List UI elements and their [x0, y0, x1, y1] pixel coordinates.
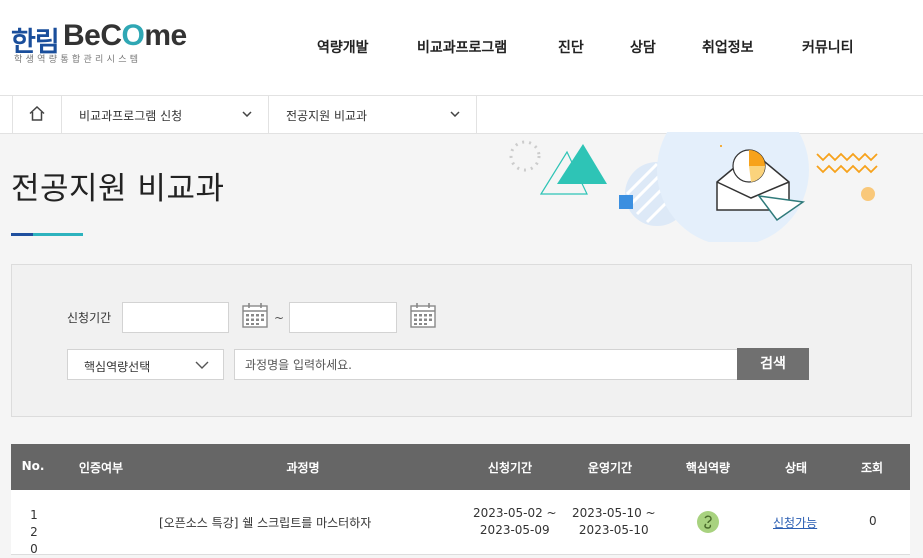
col-apply-period: 신청기간 [487, 461, 533, 475]
breadcrumb-select-page[interactable]: 전공지원 비교과 [268, 96, 477, 133]
home-icon [29, 106, 45, 121]
col-views: 조회 [860, 461, 884, 475]
row-number: 120 [30, 508, 38, 556]
chevron-down-icon [242, 111, 252, 117]
col-certified: 인증여부 [78, 461, 124, 475]
chevron-down-icon [450, 111, 460, 117]
competency-icon [697, 511, 719, 533]
breadcrumb: 비교과프로그램 신청 전공지원 비교과 [0, 95, 923, 134]
date-range-separator: ~ [274, 311, 285, 325]
nav-item-diagnosis[interactable]: 진단 [558, 37, 584, 57]
competency-select-value: 핵심역량선택 [84, 360, 151, 374]
row-apply-period: 2023-05-02 ~2023-05-09 [473, 506, 557, 537]
search-button[interactable]: 검색 [737, 348, 809, 380]
row-status-link[interactable]: 신청가능 [773, 514, 817, 531]
col-course-name: 과정명 [286, 461, 320, 475]
col-no: No. [21, 459, 45, 473]
logo-english: BeCOme [63, 19, 187, 52]
title-underline [11, 233, 83, 236]
calendar-icon[interactable] [410, 302, 436, 328]
page-title: 전공지원 비교과 [11, 171, 225, 207]
breadcrumb-page-label: 전공지원 비교과 [286, 109, 368, 123]
site-header: 한림 BeCOme 학생역량통합관리시스템 역량개발 비교과프로그램 진단 상담… [0, 0, 923, 95]
site-logo[interactable]: 한림 BeCOme 학생역량통합관리시스템 [11, 19, 196, 66]
header-illustration [509, 132, 878, 242]
nav-item-counseling[interactable]: 상담 [630, 37, 656, 57]
nav-item-jobs[interactable]: 취업정보 [702, 37, 754, 57]
chevron-down-icon [195, 361, 209, 369]
course-name-search-input[interactable] [234, 349, 738, 380]
breadcrumb-category-label: 비교과프로그램 신청 [79, 109, 183, 123]
calendar-icon[interactable] [242, 302, 268, 328]
row-view-count: 0 [869, 514, 877, 528]
nav-item-extracurricular[interactable]: 비교과프로그램 [417, 37, 507, 57]
table-header: No. 인증여부 과정명 신청기간 운영기간 핵심역량 상태 조회 [11, 444, 910, 490]
table-row[interactable]: 120 [오픈소스 특강] 쉘 스크립트를 마스터하자 2023-05-02 ~… [11, 490, 910, 556]
main-nav: 역량개발 비교과프로그램 진단 상담 취업정보 커뮤니티 [296, 37, 896, 59]
start-date-input[interactable] [122, 302, 229, 333]
col-status: 상태 [784, 461, 808, 475]
nav-item-competency[interactable]: 역량개발 [317, 37, 369, 57]
search-panel: 신청기간 ~ 핵심역량선택 검색 [11, 264, 912, 417]
apply-period-label: 신청기간 [67, 311, 112, 325]
row-course-title[interactable]: [오픈소스 특강] 쉘 스크립트를 마스터하자 [159, 514, 371, 531]
end-date-input[interactable] [289, 302, 397, 333]
competency-select[interactable]: 핵심역량선택 [67, 349, 224, 380]
logo-subtitle: 학생역량통합관리시스템 [14, 55, 142, 65]
breadcrumb-home[interactable] [12, 96, 62, 133]
row-run-period: 2023-05-10 ~2023-05-10 [572, 506, 656, 537]
col-run-period: 운영기간 [587, 461, 633, 475]
breadcrumb-select-category[interactable]: 비교과프로그램 신청 [61, 96, 269, 133]
col-competency: 핵심역량 [685, 461, 731, 475]
nav-item-community[interactable]: 커뮤니티 [802, 37, 854, 57]
